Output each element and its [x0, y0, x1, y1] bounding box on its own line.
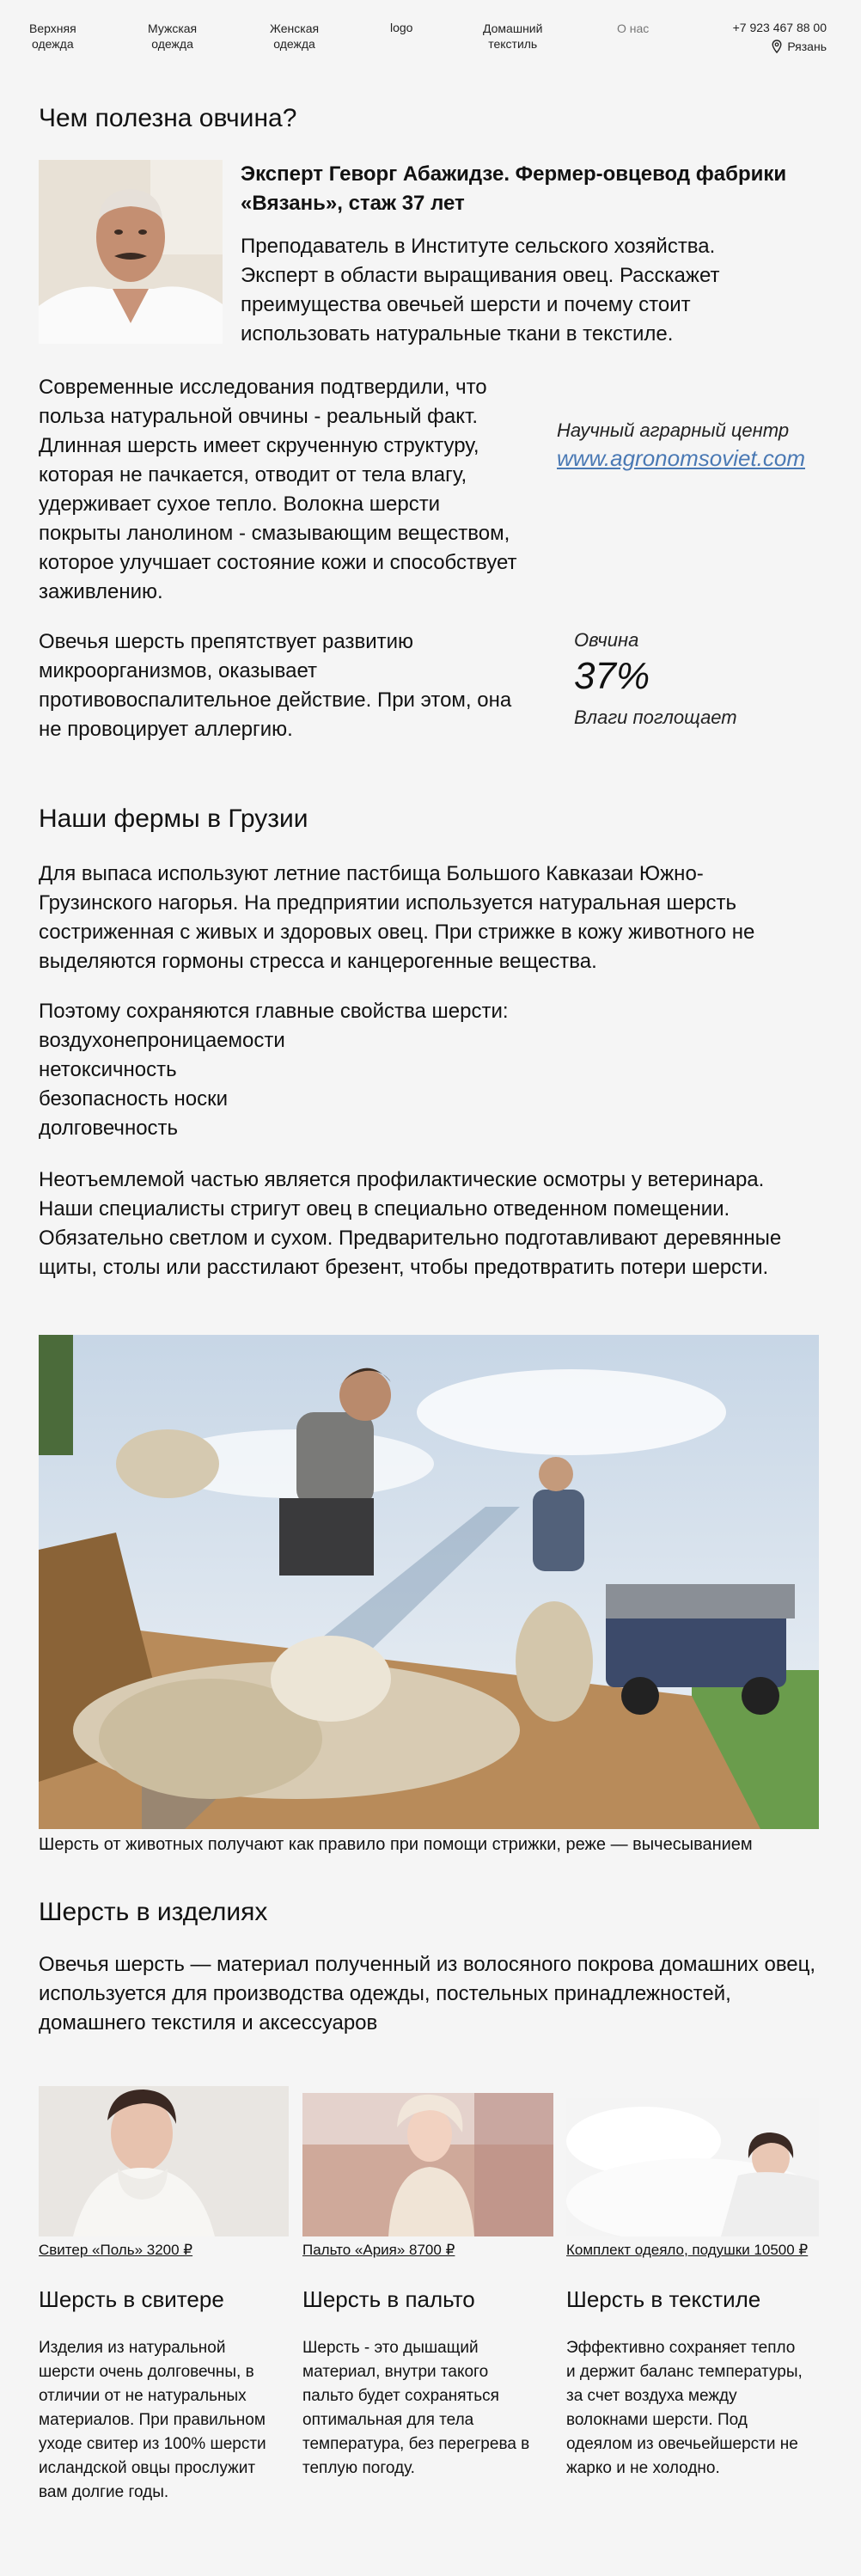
nav-item-label: одежда	[32, 37, 74, 51]
nav-item-label: одежда	[273, 37, 315, 51]
nav-item-label: текстиль	[488, 37, 538, 51]
nav-item-label: Женская	[270, 21, 320, 35]
props-intro: Поэтому сохраняются главные свойства шер…	[39, 1000, 509, 1023]
farms-paragraph-2: Неотъемлемой частью является профилактич…	[39, 1168, 782, 1279]
card-text: Эффективно сохраняет тепло и держит бала…	[566, 2339, 803, 2477]
agro-center-label: Научный аграрный центр	[557, 419, 790, 441]
stat-description: Влаги поглощает	[574, 707, 737, 728]
list-item: нетоксичность	[39, 1058, 177, 1081]
section-title-farms: Наши фермы в Грузии	[39, 805, 308, 833]
nav-item-men[interactable]: Мужская одежда	[148, 21, 197, 52]
nav-item-home-textile[interactable]: Домашний текстиль	[483, 21, 542, 52]
top-nav: Верхняя одежда Мужская одежда Женская од…	[0, 0, 861, 62]
card-text: Шерсть - это дышащий материал, внутри та…	[302, 2339, 530, 2477]
card-title: Шерсть в свитере	[39, 2286, 224, 2312]
coat-image[interactable]	[302, 2093, 553, 2236]
benefits-paragraph-1: Современные исследования подтвердили, чт…	[39, 376, 517, 603]
nav-item-label: одежда	[151, 37, 193, 51]
product-price-link[interactable]: Пальто «Ария» 8700 ₽	[302, 2242, 455, 2259]
card-title: Шерсть в текстиле	[566, 2286, 761, 2312]
section-title-products: Шерсть в изделиях	[39, 1898, 268, 1926]
card-title: Шерсть в пальто	[302, 2286, 475, 2312]
photo-caption: Шерсть от животных получают как правило …	[39, 1835, 753, 1854]
benefits-paragraph-2: Овечья шерсть препятствует развитию микр…	[39, 630, 512, 741]
list-item: долговечность	[39, 1117, 179, 1140]
city-selector[interactable]: Рязань	[772, 40, 827, 53]
stat-value: 37%	[574, 655, 650, 697]
expert-description: Преподаватель в Институте сельского хозя…	[241, 235, 720, 346]
bedding-image[interactable]	[566, 2098, 819, 2236]
sweater-image[interactable]	[39, 2086, 289, 2236]
city-label: Рязань	[787, 40, 827, 53]
nav-item-label: О нас	[617, 21, 650, 35]
phone-number[interactable]: +7 923 467 88 00	[733, 21, 827, 34]
props-list: воздухонепроницаемости нетоксичность без…	[39, 1026, 285, 1143]
list-item: воздухонепроницаемости	[39, 1029, 285, 1052]
location-pin-icon	[772, 40, 782, 53]
products-intro: Овечья шерсть — материал полученный из в…	[39, 1953, 816, 2034]
logo[interactable]: logo	[390, 21, 412, 34]
farms-paragraph-1: Для выпаса используют летние пастбища Бо…	[39, 862, 755, 973]
card-text: Изделия из натуральной шерсти очень долг…	[39, 2339, 266, 2501]
product-price-link[interactable]: Свитер «Поль» 3200 ₽	[39, 2242, 192, 2259]
nav-item-outerwear[interactable]: Верхняя одежда	[29, 21, 76, 52]
section-title-benefits: Чем полезна овчина?	[39, 104, 297, 132]
nav-item-women[interactable]: Женская одежда	[270, 21, 319, 52]
nav-item-label: Верхняя	[29, 21, 76, 35]
expert-name: Эксперт Геворг Абажидзе. Фермер-овцевод …	[241, 162, 787, 215]
list-item: безопасность носки	[39, 1087, 228, 1111]
agro-center-link[interactable]: www.agronomsoviet.com	[557, 445, 805, 472]
page: Верхняя одежда Мужская одежда Женская од…	[0, 0, 861, 2576]
nav-item-label: Домашний	[483, 21, 543, 35]
stat-label: Овчина	[574, 629, 639, 651]
expert-photo	[39, 160, 223, 344]
nav-item-label: Мужская	[148, 21, 198, 35]
sheep-shearing-photo	[39, 1335, 819, 1829]
product-price-link[interactable]: Комплект одеяло, подушки 10500 ₽	[566, 2242, 808, 2259]
nav-item-about[interactable]: О нас	[617, 21, 649, 36]
